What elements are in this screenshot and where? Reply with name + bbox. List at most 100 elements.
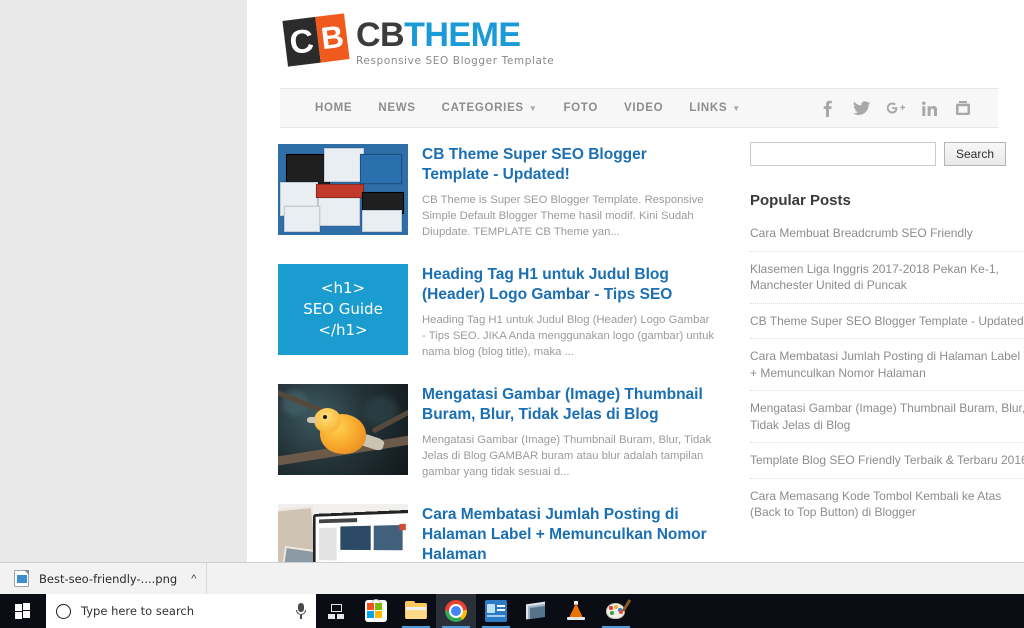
post-thumbnail-laptop[interactable] — [278, 504, 408, 562]
taskbar-app-google-chrome[interactable] — [436, 594, 476, 628]
main-navigation: HOME NEWS CATEGORIES ▼ FOTO VIDEO LINKS ▼ — [280, 88, 998, 128]
post-body: CB Theme Super SEO Blogger Template - Up… — [422, 144, 716, 240]
nav-item-home-label: HOME — [315, 102, 353, 114]
chevron-down-icon: ▼ — [732, 104, 741, 113]
post-excerpt: CB Theme is Super SEO Blogger Template. … — [422, 194, 704, 238]
start-button[interactable] — [0, 594, 46, 628]
post-title[interactable]: Cara Membatasi Jumlah Posting di Halaman… — [422, 505, 716, 562]
nav-item-categories-label: CATEGORIES — [441, 102, 524, 114]
nav-item-video[interactable]: VIDEO — [611, 102, 676, 114]
list-item[interactable]: Mengatasi Gambar (Image) Thumbnail Buram… — [750, 391, 1024, 443]
logo-letter-b: B — [315, 13, 350, 63]
post-thumbnail-h1-seo-guide[interactable]: <h1> SEO Guide </h1> — [278, 264, 408, 355]
site-title: CBTHEME — [356, 16, 554, 54]
blue-card-app-icon — [485, 600, 507, 622]
site-title-cb: CB — [356, 16, 405, 54]
nav-item-foto[interactable]: FOTO — [550, 102, 611, 114]
taskbar-app-notebook[interactable] — [516, 594, 556, 628]
list-item[interactable]: Cara Memasang Kode Tombol Kembali ke Ata… — [750, 479, 1024, 530]
browser-viewport: C B CBTHEME Responsive SEO Blogger Templ… — [0, 0, 1024, 562]
chevron-up-icon[interactable]: ^ — [191, 573, 196, 585]
microsoft-store-icon — [365, 599, 387, 622]
cb-logo-mark-icon: C B — [282, 13, 350, 67]
nav-item-video-label: VIDEO — [623, 102, 664, 114]
post-body: Mengatasi Gambar (Image) Thumbnail Buram… — [422, 384, 716, 480]
post-thumbnail-bird[interactable] — [278, 384, 408, 475]
thumb-text-line-2: SEO Guide — [303, 300, 383, 318]
linkedin-icon[interactable] — [912, 89, 946, 127]
taskbar-search-box[interactable]: Type here to search — [46, 594, 316, 628]
screen: C B CBTHEME Responsive SEO Blogger Templ… — [0, 0, 1024, 628]
post-excerpt: Mengatasi Gambar (Image) Thumbnail Buram… — [422, 434, 712, 478]
file-explorer-icon — [405, 600, 427, 622]
site-logo[interactable]: C B CBTHEME Responsive SEO Blogger Templ… — [282, 13, 554, 67]
facebook-icon[interactable] — [810, 89, 844, 127]
download-bar: Best-seo-friendly-....png ^ — [0, 562, 1024, 595]
post-title[interactable]: Heading Tag H1 untuk Judul Blog (Header)… — [422, 265, 716, 305]
windows-logo-icon — [15, 603, 31, 619]
thumb-text-line-1: <h1> — [320, 279, 366, 297]
site-title-theme: THEME — [404, 16, 521, 54]
logo-text-block: CBTHEME Responsive SEO Blogger Template — [356, 14, 554, 67]
popular-posts-list: Cara Membuat Breadcrumb SEO Friendly Kla… — [750, 223, 1024, 530]
list-item[interactable]: CB Theme Super SEO Blogger Template - Up… — [750, 304, 1024, 339]
list-item[interactable]: Cara Membuat Breadcrumb SEO Friendly — [750, 223, 1024, 252]
post-body: Cara Membatasi Jumlah Posting di Halaman… — [422, 504, 716, 562]
laptop-blog-photo-image — [278, 504, 408, 562]
microphone-icon[interactable] — [294, 603, 308, 619]
collage-of-blog-templates-image — [278, 144, 408, 235]
windows-taskbar: Type here to search — [0, 594, 1024, 628]
post-title[interactable]: CB Theme Super SEO Blogger Template - Up… — [422, 145, 716, 185]
download-item[interactable]: Best-seo-friendly-....png ^ — [0, 562, 208, 595]
list-item[interactable]: Cara Membatasi Jumlah Posting di Halaman… — [750, 339, 1024, 391]
site-tagline: Responsive SEO Blogger Template — [356, 55, 555, 67]
popular-posts-title: Popular Posts — [750, 192, 851, 209]
image-file-icon — [14, 570, 29, 587]
taskbar-app-microsoft-store[interactable] — [356, 594, 396, 628]
post-item: Cara Membatasi Jumlah Posting di Halaman… — [278, 504, 716, 562]
cortana-circle-icon — [56, 603, 71, 619]
post-thumbnail-collage[interactable] — [278, 144, 408, 235]
search-input[interactable] — [750, 142, 936, 166]
paint-app-icon — [605, 599, 632, 622]
nav-items: HOME NEWS CATEGORIES ▼ FOTO VIDEO LINKS ▼ — [280, 102, 754, 114]
site-header: C B CBTHEME Responsive SEO Blogger Templ… — [247, 0, 1024, 88]
twitter-icon[interactable] — [844, 89, 878, 127]
taskbar-app-vlc[interactable] — [556, 594, 596, 628]
taskbar-app-paint[interactable] — [596, 594, 636, 628]
post-item: Mengatasi Gambar (Image) Thumbnail Buram… — [278, 384, 716, 480]
search-widget: Search — [750, 142, 1024, 166]
blog-page: C B CBTHEME Responsive SEO Blogger Templ… — [247, 0, 1024, 562]
google-plus-icon[interactable] — [878, 89, 912, 127]
google-chrome-icon — [445, 600, 467, 622]
post-item: CB Theme Super SEO Blogger Template - Up… — [278, 144, 716, 240]
post-item: <h1> SEO Guide </h1> Heading Tag H1 untu… — [278, 264, 716, 360]
search-button[interactable]: Search — [944, 142, 1007, 166]
task-view-icon — [327, 603, 345, 619]
youtube-icon[interactable] — [946, 89, 980, 127]
nav-item-news[interactable]: NEWS — [365, 102, 428, 114]
nav-item-links-label: LINKS — [689, 102, 728, 114]
taskbar-app-file-explorer[interactable] — [396, 594, 436, 628]
nav-item-foto-label: FOTO — [563, 102, 598, 114]
nav-item-categories[interactable]: CATEGORIES ▼ — [429, 102, 551, 114]
logo-letter-c: C — [282, 16, 321, 67]
vlc-media-player-icon — [565, 600, 587, 622]
thumb-text-line-3: </h1> — [318, 321, 368, 339]
taskbar-search-placeholder: Type here to search — [81, 604, 195, 618]
nav-item-links[interactable]: LINKS ▼ — [676, 102, 754, 114]
notebook-app-icon — [525, 600, 547, 622]
download-file-name: Best-seo-friendly-....png — [39, 571, 178, 586]
nav-item-news-label: NEWS — [378, 102, 416, 114]
list-item[interactable]: Template Blog SEO Friendly Terbaik & Ter… — [750, 443, 1024, 479]
taskbar-app-blue-card-app[interactable] — [476, 594, 516, 628]
yellow-bird-photo-image — [278, 384, 408, 475]
post-title[interactable]: Mengatasi Gambar (Image) Thumbnail Buram… — [422, 385, 716, 425]
chevron-down-icon: ▼ — [528, 104, 538, 113]
post-body: Heading Tag H1 untuk Judul Blog (Header)… — [422, 264, 716, 360]
h1-seo-guide-graphic-image: <h1> SEO Guide </h1> — [278, 264, 408, 355]
nav-item-home[interactable]: HOME — [302, 102, 365, 114]
list-item[interactable]: Klasemen Liga Inggris 2017-2018 Pekan Ke… — [750, 252, 1024, 304]
task-view-button[interactable] — [316, 594, 356, 628]
post-list: CB Theme Super SEO Blogger Template - Up… — [278, 144, 716, 562]
